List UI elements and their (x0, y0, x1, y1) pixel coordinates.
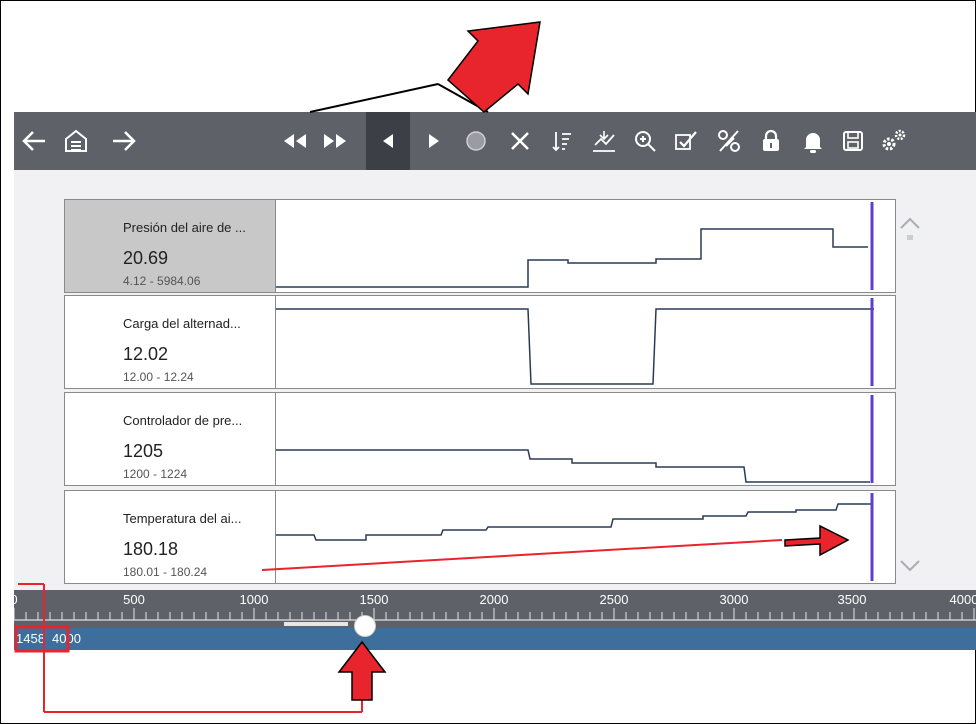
pid-graph (276, 395, 874, 483)
pid-range: 12.00 - 12.24 (123, 370, 194, 384)
pid-row[interactable]: Presión del aire de ... 20.69 4.12 - 598… (64, 199, 896, 293)
ruler-label: 3500 (837, 592, 867, 607)
pid-label-panel[interactable]: Controlador de pre... 1205 1200 - 1224 (65, 393, 276, 485)
rewind-icon[interactable] (276, 112, 314, 170)
lock-icon[interactable] (754, 112, 788, 170)
bell-icon[interactable] (796, 112, 830, 170)
pid-graph (276, 298, 874, 386)
pid-graph (276, 202, 874, 290)
pid-name: Carga del alternad... (123, 316, 241, 331)
pid-value: 20.69 (123, 248, 169, 268)
ruler-label: 1500 (359, 592, 389, 607)
pid-graph (276, 493, 874, 581)
pid-row[interactable]: Temperatura del ai... 180.18 180.01 - 18… (64, 490, 896, 584)
pid-range: 4.12 - 5984.06 (123, 274, 201, 288)
pid-trace (276, 228, 868, 288)
pid-trace (276, 308, 874, 385)
forward-arrow-icon[interactable] (104, 112, 144, 170)
slider-track (284, 622, 348, 626)
select-icon[interactable] (668, 112, 704, 170)
pid-value: 180.18 (123, 539, 179, 559)
ruler-label: 3000 (719, 592, 749, 607)
settings-icon[interactable] (876, 112, 910, 170)
pid-range: 1200 - 1224 (123, 467, 188, 481)
pid-row[interactable]: Carga del alternad... 12.02 12.00 - 12.2… (64, 295, 896, 389)
graph-area: Presión del aire de ... 20.69 4.12 - 598… (14, 170, 976, 590)
step-back-icon[interactable] (366, 112, 410, 170)
back-arrow-icon[interactable] (14, 112, 54, 170)
step-forward-icon[interactable] (416, 112, 452, 170)
ruler-label: 2500 (599, 592, 629, 607)
record-icon[interactable] (458, 112, 494, 170)
pid-value: 1205 (123, 441, 164, 461)
pid-row[interactable]: Controlador de pre... 1205 1200 - 1224 (64, 392, 896, 486)
total-frames: 4000 (52, 631, 81, 646)
scroll-down-icon[interactable] (898, 554, 922, 578)
sort-icon[interactable] (544, 112, 580, 170)
fast-forward-icon[interactable] (316, 112, 354, 170)
percent-icon[interactable] (710, 112, 748, 170)
graph-settings-icon[interactable] (586, 112, 622, 170)
pid-value: 12.02 (123, 344, 169, 364)
save-icon[interactable] (836, 112, 870, 170)
pid-label-panel[interactable]: Temperatura del ai... 180.18 180.01 - 18… (65, 491, 276, 583)
pid-trace (276, 503, 872, 541)
pid-label-panel[interactable]: Carga del alternad... 12.02 12.00 - 12.2… (65, 296, 276, 388)
clear-icon[interactable] (502, 112, 538, 170)
ruler-label: 1000 (239, 592, 269, 607)
pid-trace (276, 449, 870, 483)
zoom-icon[interactable] (628, 112, 662, 170)
ruler-label: 4000 (949, 592, 976, 607)
frame-ruler[interactable]: 0 500 1000 1500 2000 2500 3000 3500 4000 (10, 590, 976, 628)
pid-range: 180.01 - 180.24 (123, 565, 208, 579)
slider-handle[interactable] (353, 615, 376, 637)
pid-label-panel[interactable]: Presión del aire de ... 20.69 4.12 - 598… (65, 200, 276, 292)
ruler-label: 500 (123, 592, 145, 607)
ruler-label: 0 (10, 592, 18, 607)
home-icon[interactable] (56, 112, 96, 170)
pid-name: Controlador de pre... (123, 413, 243, 428)
frame-counter-bar: 1458 4000 (14, 628, 976, 650)
pid-name: Temperatura del ai... (123, 511, 242, 526)
scroll-up-icon[interactable] (898, 214, 922, 248)
current-frame: 1458 (16, 631, 45, 646)
ruler-label: 2000 (479, 592, 509, 607)
toolbar (14, 112, 976, 170)
pid-name: Presión del aire de ... (123, 220, 246, 235)
